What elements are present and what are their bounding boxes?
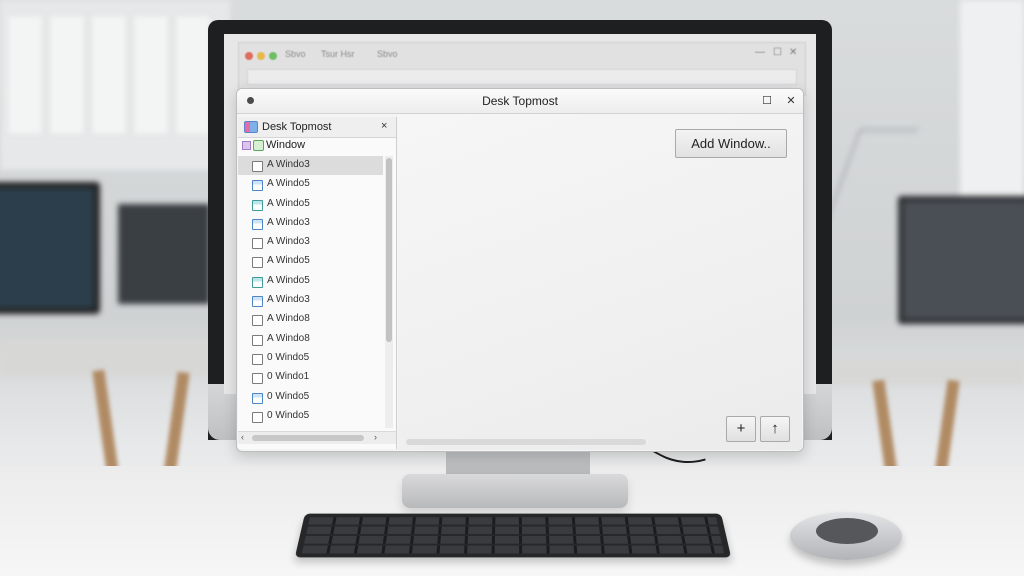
window-list-item-label: A Windo3 bbox=[267, 294, 310, 306]
app-icon bbox=[244, 121, 258, 133]
window-list-item-label: 0 Windo5 bbox=[267, 409, 310, 421]
window-list-item-label: 0 Windo5 bbox=[267, 351, 310, 363]
window-list-item[interactable]: A Windo8 bbox=[238, 330, 383, 349]
desk-topmost-window: Desk Topmost ☐ ✕ Desk Topmost × Window A… bbox=[236, 88, 804, 452]
window-list-item[interactable]: A Windo3 bbox=[238, 291, 383, 310]
window-list-item[interactable]: 0 Windo1 bbox=[238, 368, 383, 387]
window-list-item[interactable]: A Windo5 bbox=[238, 272, 383, 291]
sidebar-horizontal-scrollbar[interactable]: ‹ › bbox=[238, 431, 396, 444]
window-icon bbox=[252, 334, 263, 346]
window-icon bbox=[252, 257, 263, 269]
zoom-dot-icon bbox=[269, 52, 277, 60]
minimize-dot-icon bbox=[257, 52, 265, 60]
background-monitor-right bbox=[898, 196, 1024, 324]
browser-tab: Sbvo bbox=[285, 49, 306, 59]
window-blue-icon bbox=[252, 392, 263, 404]
keyboard bbox=[294, 513, 732, 558]
close-dot-icon bbox=[245, 52, 253, 60]
window-icon bbox=[252, 161, 263, 172]
window-icon bbox=[252, 353, 263, 365]
window-teal-icon bbox=[252, 199, 263, 211]
window-list-item[interactable]: 0 Windo5 bbox=[238, 388, 383, 407]
window-icon bbox=[252, 373, 263, 385]
scrollbar-thumb[interactable] bbox=[386, 158, 392, 342]
window-list-item-label: 0 Windo5 bbox=[267, 390, 310, 402]
window-list-item-label: A Windo3 bbox=[267, 216, 310, 228]
window-title: Desk Topmost bbox=[482, 94, 558, 108]
window-blue-icon bbox=[252, 296, 263, 308]
background-desk-left bbox=[0, 340, 220, 376]
window-list-item-label: A Windo5 bbox=[267, 197, 310, 209]
window-list-item-label: A Windo3 bbox=[267, 236, 310, 248]
window-list-item[interactable]: 0 Windo5 bbox=[238, 349, 383, 368]
window-list-item-label: A Windo3 bbox=[267, 159, 310, 170]
background-monitor-left bbox=[0, 182, 100, 314]
window-list-item[interactable]: A Windo3 bbox=[238, 156, 383, 176]
sidebar-group-window[interactable]: Window bbox=[238, 137, 396, 155]
main-panel: Add Window.. + ↑ bbox=[398, 114, 802, 450]
sidebar-header-title: Desk Topmost bbox=[262, 121, 332, 133]
window-list-item[interactable]: A Windo5 bbox=[238, 195, 383, 214]
monitor-stand-base bbox=[402, 474, 628, 508]
background-shelf bbox=[0, 0, 230, 170]
background-binders bbox=[118, 204, 210, 304]
window-list-item-label: A Windo5 bbox=[267, 274, 310, 286]
sidebar-close-button[interactable]: × bbox=[381, 120, 387, 132]
window-icon bbox=[252, 411, 263, 423]
window-list-item[interactable]: A Windo5 bbox=[238, 175, 383, 194]
move-up-button[interactable]: ↑ bbox=[760, 416, 790, 442]
plus-icon: + bbox=[736, 420, 746, 437]
window-list-item[interactable]: A Windo3 bbox=[238, 214, 383, 233]
main-horizontal-scrollbar[interactable] bbox=[406, 439, 646, 445]
sidebar-vertical-scrollbar[interactable] bbox=[385, 156, 393, 428]
window-list-item[interactable]: 0 Windo5 bbox=[238, 426, 383, 428]
window-list-item[interactable]: A Windo8 bbox=[238, 310, 383, 329]
computer-mouse bbox=[790, 512, 902, 560]
window-list-item[interactable]: A Windo5 bbox=[238, 252, 383, 271]
browser-tab: Sbvo bbox=[377, 49, 398, 59]
sidebar-header: Desk Topmost × bbox=[238, 117, 396, 138]
arrow-up-icon: ↑ bbox=[771, 420, 779, 437]
background-desk-leg bbox=[92, 369, 120, 481]
window-list-item-label: A Windo8 bbox=[267, 313, 310, 325]
window-teal-icon bbox=[252, 276, 263, 288]
window-list-item-label: A Windo5 bbox=[267, 255, 310, 267]
scrollbar-thumb[interactable] bbox=[252, 435, 364, 441]
window-list-item-label: A Windo5 bbox=[267, 178, 310, 190]
title-bar[interactable]: Desk Topmost ☐ ✕ bbox=[237, 89, 803, 114]
window-list-item[interactable]: A Windo3 bbox=[238, 233, 383, 252]
window-list-sidebar: Desk Topmost × Window A Windo3 A Windo5 A … bbox=[238, 117, 397, 449]
window-icon bbox=[252, 238, 263, 250]
close-icon: ✕ bbox=[789, 47, 798, 58]
window-list: A Windo3 A Windo5 A Windo5 A Windo3 A Windo3… bbox=[238, 156, 383, 428]
maximize-icon: ☐ bbox=[773, 47, 782, 58]
window-list-item-label: 0 Windo1 bbox=[267, 371, 310, 383]
window-list-item[interactable]: 0 Windo5 bbox=[238, 407, 383, 426]
add-window-button[interactable]: Add Window.. bbox=[675, 129, 787, 158]
browser-tab: Tsur Hsr bbox=[321, 49, 355, 59]
group-color-icon bbox=[242, 141, 251, 150]
minimize-icon: — bbox=[755, 47, 765, 58]
maximize-button[interactable]: ☐ bbox=[759, 93, 775, 109]
window-blue-icon bbox=[252, 180, 263, 192]
scroll-left-icon[interactable]: ‹ bbox=[241, 432, 244, 442]
scroll-right-icon[interactable]: › bbox=[374, 432, 377, 442]
add-button[interactable]: + bbox=[726, 416, 756, 442]
window-list-item-label: A Windo8 bbox=[267, 332, 310, 344]
window-icon bbox=[252, 315, 263, 327]
close-button[interactable]: ✕ bbox=[783, 93, 799, 109]
window-blue-icon bbox=[252, 218, 263, 230]
sidebar-group-label: Window bbox=[266, 139, 306, 151]
address-bar bbox=[247, 69, 797, 85]
group-checkbox-icon bbox=[253, 140, 264, 151]
background-desk-right bbox=[830, 360, 1024, 384]
